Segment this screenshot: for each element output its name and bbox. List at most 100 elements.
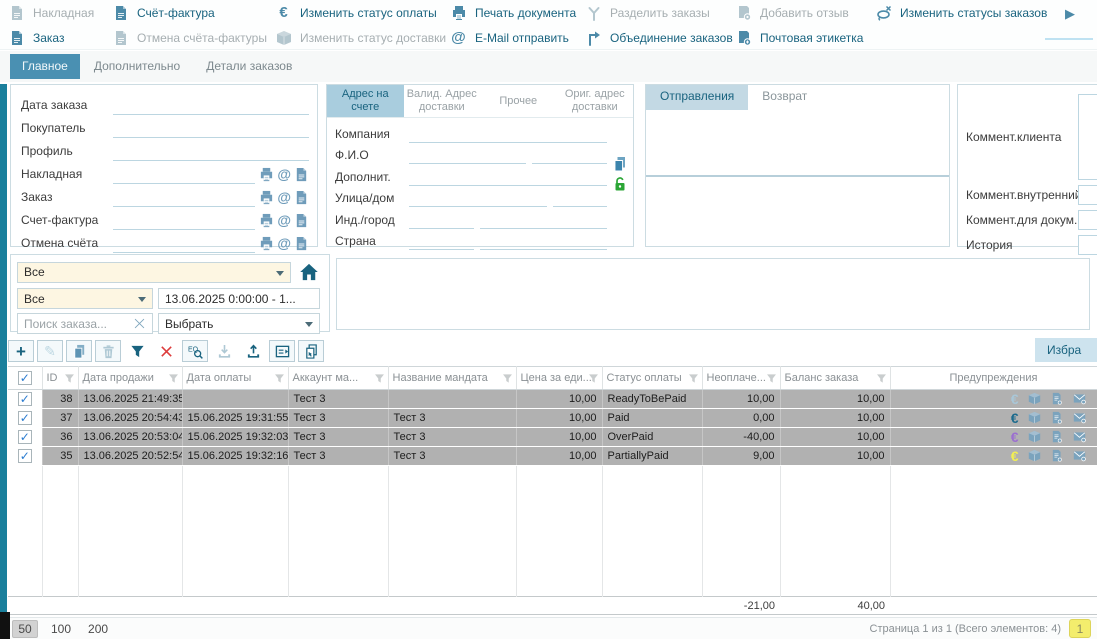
document-warning-icon[interactable] <box>1050 411 1063 424</box>
package-warning-icon[interactable] <box>1028 392 1041 405</box>
table-row[interactable]: ✓ 37 13.06.2025 20:54:43 15.06.2025 19:3… <box>8 409 1097 428</box>
order-date-field[interactable] <box>113 97 309 115</box>
document-icon[interactable] <box>294 167 309 182</box>
header-balance[interactable]: Баланс заказа <box>780 367 890 390</box>
row-checkbox[interactable]: ✓ <box>18 411 32 425</box>
invoice-field[interactable] <box>113 212 255 230</box>
additional-field[interactable] <box>409 168 607 186</box>
toolbar-change-ship-status-button[interactable]: Изменить статус доставки <box>275 26 450 50</box>
tab-original-shipping-address[interactable]: Ориг. адрес доставки <box>557 85 634 117</box>
home-button[interactable] <box>296 260 322 284</box>
column-filter-icon[interactable] <box>588 373 599 384</box>
toolbar-order-button[interactable]: Заказ <box>8 26 112 50</box>
column-filter-icon[interactable] <box>168 373 179 384</box>
toolbar-merge-orders-button[interactable]: Объединение заказов <box>585 26 735 50</box>
left-splitter[interactable] <box>0 84 7 612</box>
header-pay-status[interactable]: Статус оплаты <box>602 367 702 390</box>
column-filter-icon[interactable] <box>64 373 75 384</box>
row-checkbox[interactable]: ✓ <box>18 430 32 444</box>
toolbar-split-orders-button[interactable]: Разделить заказы <box>585 1 735 25</box>
column-filter-icon[interactable] <box>274 373 285 384</box>
city-field[interactable] <box>480 211 607 229</box>
page-size-100[interactable]: 100 <box>47 620 75 638</box>
tab-other[interactable]: Прочее <box>480 85 557 117</box>
print-icon[interactable] <box>259 167 274 182</box>
toolbar-change-pay-status-button[interactable]: € Изменить статус оплаты <box>275 1 450 25</box>
copy-list-button[interactable] <box>298 340 324 362</box>
house-field[interactable] <box>553 189 607 207</box>
detail-view-button[interactable] <box>269 340 295 362</box>
invoice-cancel-field[interactable] <box>113 235 255 253</box>
print-icon[interactable] <box>259 213 274 228</box>
mail-warning-icon[interactable] <box>1072 411 1087 424</box>
document-warning-icon[interactable] <box>1050 449 1063 462</box>
document-warning-icon[interactable] <box>1050 392 1063 405</box>
tab-returns[interactable]: Возврат <box>748 85 821 110</box>
tab-main[interactable]: Главное <box>10 54 80 79</box>
document-icon[interactable] <box>294 236 309 251</box>
header-pay-date[interactable]: Дата оплаты <box>182 367 288 390</box>
euro-warning-icon[interactable]: € <box>1011 449 1019 463</box>
select-all-checkbox[interactable]: ✓ <box>18 371 32 385</box>
select-filter-select[interactable]: Выбрать <box>158 313 320 334</box>
order-search-field[interactable] <box>24 317 133 331</box>
tab-shipments[interactable]: Отправления <box>646 85 748 110</box>
customer-comment-field[interactable] <box>1078 94 1097 180</box>
copy-address-icon[interactable] <box>612 156 628 172</box>
document-warning-icon[interactable] <box>1050 430 1063 443</box>
header-warnings[interactable]: Предупреждения <box>890 367 1097 390</box>
clear-search-icon[interactable] <box>133 317 146 330</box>
company-field[interactable] <box>409 125 607 143</box>
package-warning-icon[interactable] <box>1028 449 1041 462</box>
country-field[interactable] <box>480 232 607 250</box>
clear-filter-button[interactable] <box>153 340 179 362</box>
order-field[interactable] <box>113 189 255 207</box>
toolbar-invoice-cancel-button[interactable]: Отмена счёта-фактуры <box>112 26 275 50</box>
package-warning-icon[interactable] <box>1028 411 1041 424</box>
page-size-200[interactable]: 200 <box>84 620 112 638</box>
tab-order-details[interactable]: Детали заказов <box>194 54 304 79</box>
tab-additional[interactable]: Дополнительно <box>82 54 192 79</box>
table-row[interactable]: ✓ 35 13.06.2025 20:52:54 15.06.2025 19:3… <box>8 447 1097 466</box>
tab-valid-shipping-address[interactable]: Валид. Адрес доставки <box>404 85 481 117</box>
column-filter-icon[interactable] <box>876 373 887 384</box>
tab-billing-address[interactable]: Адрес на счете <box>327 85 404 117</box>
header-unpaid[interactable]: Неоплаче... <box>702 367 780 390</box>
table-row[interactable]: ✓ 38 13.06.2025 21:49:35 Тест 3 10,00 Re… <box>8 390 1097 409</box>
euro-warning-icon[interactable]: € <box>1011 411 1019 425</box>
header-unit-price[interactable]: Цена за еди... <box>516 367 602 390</box>
email-icon[interactable]: @ <box>277 167 291 182</box>
zip-field[interactable] <box>409 211 474 229</box>
profile-field[interactable] <box>113 143 309 161</box>
date-range-value[interactable] <box>165 292 313 306</box>
date-range-input[interactable] <box>158 288 320 309</box>
firstname-field[interactable] <box>409 146 526 164</box>
document-comment-field[interactable] <box>1078 210 1097 230</box>
add-button[interactable]: + <box>8 340 34 362</box>
email-icon[interactable]: @ <box>277 190 291 205</box>
email-icon[interactable]: @ <box>277 213 291 228</box>
toolbar-add-review-button[interactable]: Добавить отзыв <box>735 1 875 25</box>
row-checkbox[interactable]: ✓ <box>18 449 32 463</box>
mail-warning-icon[interactable] <box>1072 430 1087 443</box>
internal-comment-field[interactable] <box>1078 185 1097 205</box>
copy-button[interactable] <box>66 340 92 362</box>
euro-warning-icon[interactable]: € <box>1011 430 1019 444</box>
header-mandate[interactable]: Название мандата <box>388 367 516 390</box>
row-checkbox[interactable]: ✓ <box>18 392 32 406</box>
package-warning-icon[interactable] <box>1028 430 1041 443</box>
column-filter-icon[interactable] <box>766 373 777 384</box>
customer-field[interactable] <box>113 120 309 138</box>
edit-button[interactable]: ✎ <box>37 340 63 362</box>
column-filter-icon[interactable] <box>688 373 699 384</box>
email-icon[interactable]: @ <box>277 236 291 251</box>
column-filter-icon[interactable] <box>374 373 385 384</box>
print-icon[interactable] <box>259 190 274 205</box>
column-filter-icon[interactable] <box>502 373 513 384</box>
history-field[interactable] <box>1078 235 1097 255</box>
toolbar-email-button[interactable]: @ E-Mail отправить <box>450 26 585 50</box>
document-icon[interactable] <box>294 213 309 228</box>
delivery-note-field[interactable] <box>113 166 255 184</box>
import-button[interactable] <box>211 340 237 362</box>
type-filter-select[interactable]: Все <box>17 288 153 309</box>
